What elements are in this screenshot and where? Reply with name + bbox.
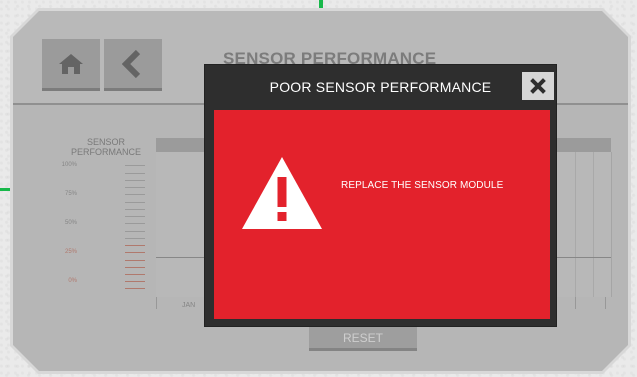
close-button[interactable]: [522, 72, 554, 100]
accent-marker-top: [319, 0, 323, 8]
dialog-body: REPLACE THE SENSOR MODULE: [214, 110, 550, 319]
close-icon: [530, 78, 546, 94]
accent-marker-left: [0, 188, 10, 191]
alert-dialog: POOR SENSOR PERFORMANCE REPLACE THE SENS…: [205, 65, 556, 326]
dialog-title: POOR SENSOR PERFORMANCE: [269, 79, 492, 95]
warning-triangle-icon: [242, 157, 322, 229]
dialog-message: REPLACE THE SENSOR MODULE: [341, 180, 504, 191]
